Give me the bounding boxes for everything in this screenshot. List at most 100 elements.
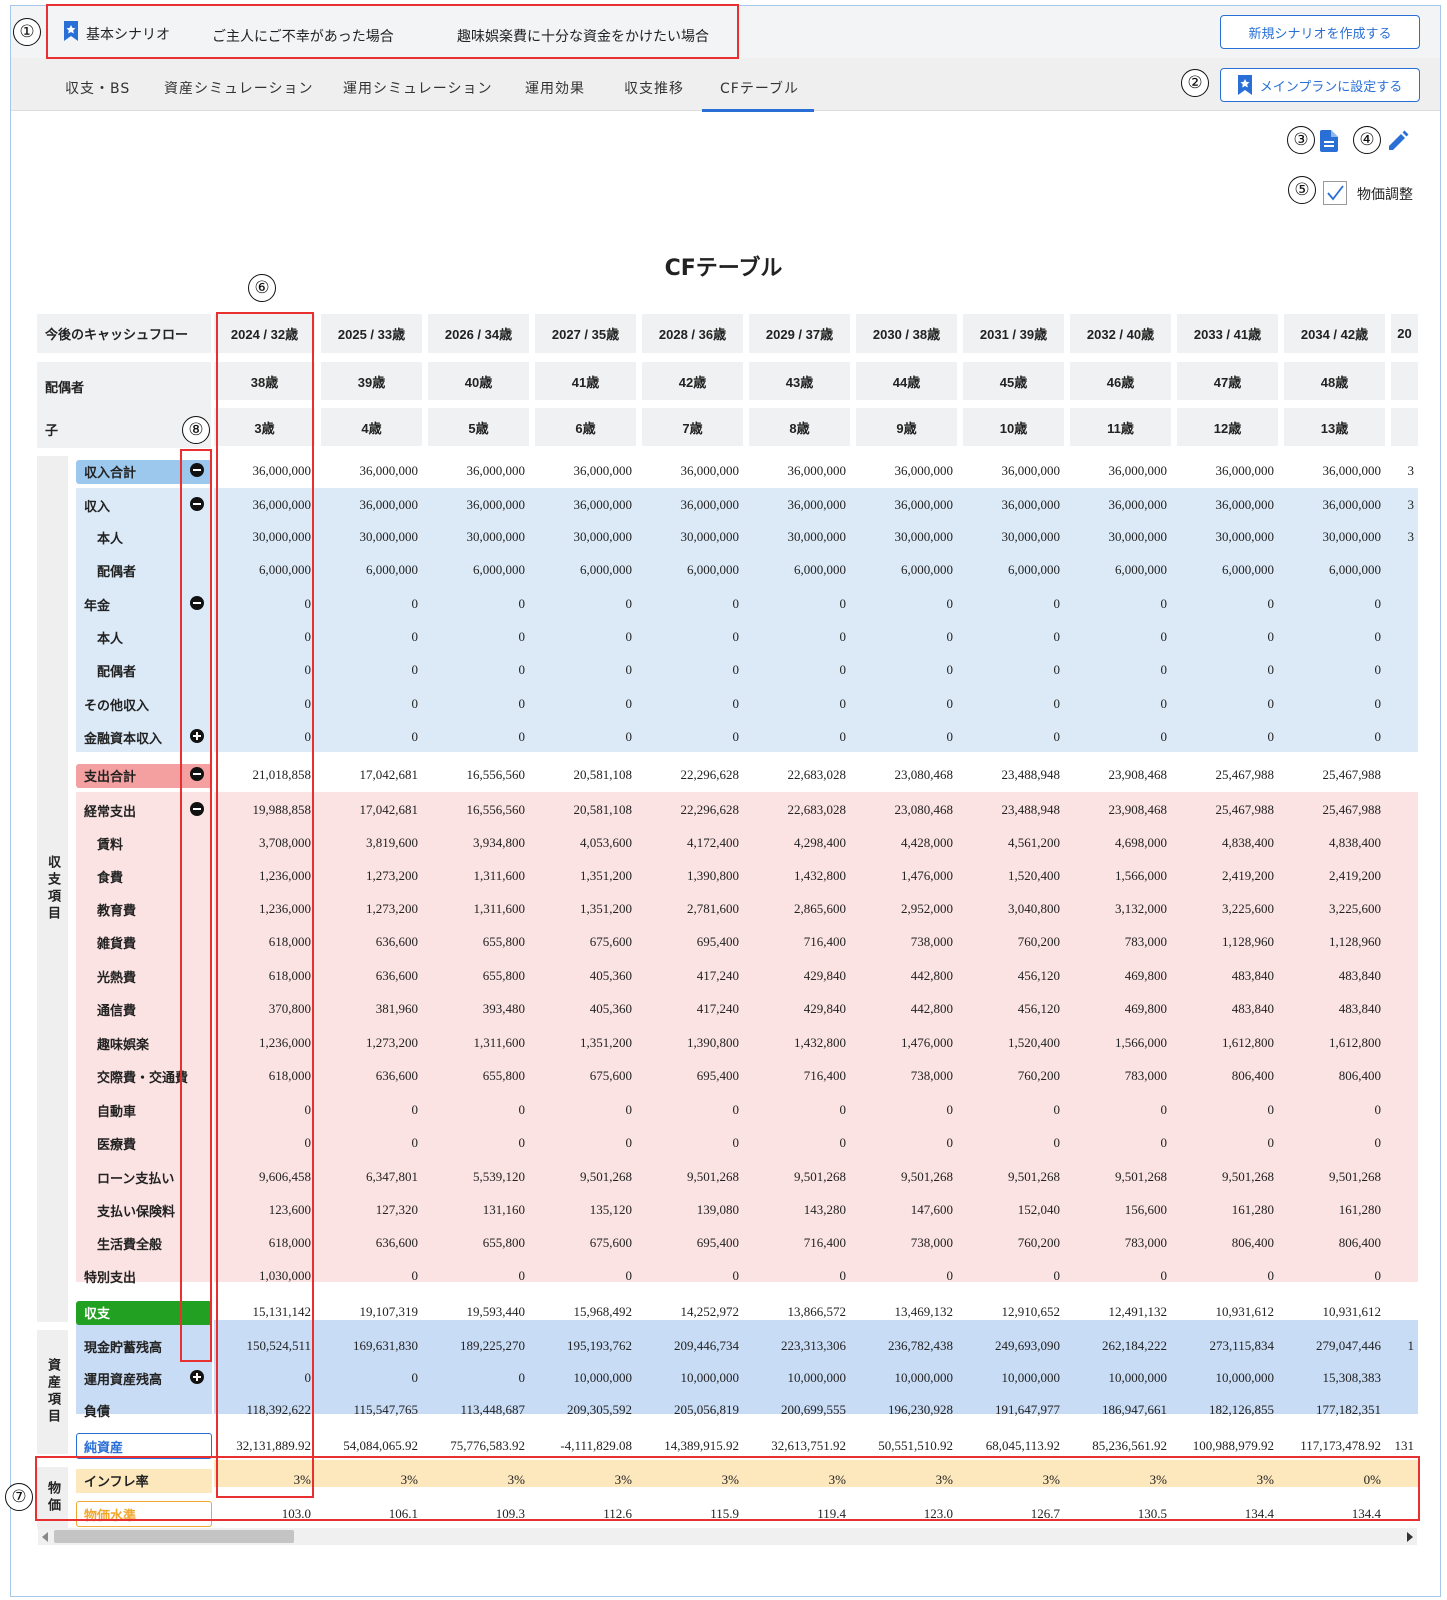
table-cell: 22,683,028 xyxy=(787,802,847,817)
table-cell: 1,128,960 xyxy=(1329,934,1381,949)
table-cell: 760,200 xyxy=(1017,1235,1060,1250)
scrollbar-thumb[interactable] xyxy=(54,1530,294,1543)
marker-7: ⑦ xyxy=(5,1483,33,1511)
table-cell: 10,000,000 xyxy=(573,1370,633,1385)
table-cell: 30,000,000 xyxy=(1108,529,1168,544)
table-cell: 9,501,268 xyxy=(580,1169,632,1184)
table-cell: 36,000,000 xyxy=(573,463,633,478)
scroll-right-icon[interactable] xyxy=(1405,1531,1415,1543)
spouse-label: 配偶者 xyxy=(45,381,85,396)
tab-investment-effect[interactable]: 運用効果 xyxy=(525,78,585,98)
table-cell: 0 xyxy=(1053,1268,1061,1283)
table-cell: 1,311,600 xyxy=(473,868,525,883)
table-cell: 1,612,800 xyxy=(1222,1035,1274,1050)
table-cell: 54,084,065.92 xyxy=(343,1438,418,1453)
table-cell: 10,931,612 xyxy=(1322,1304,1382,1319)
table-cell: 17,042,681 xyxy=(359,802,419,817)
table-cell: 36,000,000 xyxy=(359,497,419,512)
table-cell: 23,908,468 xyxy=(1108,802,1168,817)
tab-cashflow-trend[interactable]: 収支推移 xyxy=(624,78,684,98)
table-cell: 2,419,200 xyxy=(1329,868,1381,883)
table-cell: 209,305,592 xyxy=(567,1402,632,1417)
table-cell: 36,000,000 xyxy=(787,497,847,512)
table-cell: 456,120 xyxy=(1017,1001,1060,1016)
table-cell: 139,080 xyxy=(696,1202,739,1217)
new-scenario-button[interactable]: 新規シナリオを作成する xyxy=(1220,15,1420,49)
table-cell: 0 xyxy=(1374,1135,1382,1150)
table-cell: 3,225,600 xyxy=(1222,901,1274,916)
expand-icon[interactable] xyxy=(190,1370,204,1384)
table-cell: 405,360 xyxy=(589,968,632,983)
table-cell: 0 xyxy=(946,1268,954,1283)
table-cell: 10,000,000 xyxy=(1108,1370,1168,1385)
table-cell: 16,556,560 xyxy=(466,767,526,782)
tab-investment-simulation[interactable]: 運用シミュレーション xyxy=(343,78,492,98)
table-cell: 806,400 xyxy=(1231,1068,1274,1083)
table-cell: 1,612,800 xyxy=(1329,1035,1381,1050)
price-adjust-checkbox[interactable] xyxy=(1323,181,1347,205)
table-cell: 0 xyxy=(839,662,847,677)
table-cell: 152,040 xyxy=(1017,1202,1060,1217)
loan-payment-label: ローン支払い xyxy=(97,1172,175,1187)
section-cf-label: 収支項目 xyxy=(37,456,68,1322)
table-cell: 100,988,979.92 xyxy=(1192,1438,1274,1453)
section-cf-label-text: 収支項目 xyxy=(45,855,60,923)
table-cell: 30,000,000 xyxy=(894,529,954,544)
table-cell: 3,040,800 xyxy=(1008,901,1060,916)
table-cell: 0 xyxy=(1374,1268,1382,1283)
car-label: 自動車 xyxy=(97,1105,137,1120)
document-icon[interactable] xyxy=(1320,130,1338,152)
table-cell: 2,419,200 xyxy=(1222,868,1274,883)
table-cell: 655,800 xyxy=(482,934,525,949)
table-cell: 36,000,000 xyxy=(894,463,954,478)
table-cell: 12,910,652 xyxy=(1001,1304,1061,1319)
table-cell: 655,800 xyxy=(482,1068,525,1083)
tab-asset-simulation[interactable]: 資産シミュレーション xyxy=(164,78,313,98)
table-cell: 806,400 xyxy=(1231,1235,1274,1250)
pension-spouse-label: 配偶者 xyxy=(97,665,137,680)
table-cell: 1 xyxy=(1407,1338,1415,1353)
table-cell: 189,225,270 xyxy=(460,1338,525,1353)
table-cell: 655,800 xyxy=(482,968,525,983)
tab-income-bs[interactable]: 収支・BS xyxy=(65,78,130,98)
table-cell: 0 xyxy=(1053,1135,1061,1150)
table-cell: 23,080,468 xyxy=(894,767,954,782)
table-cell: 429,840 xyxy=(803,1001,846,1016)
table-cell: 1,566,000 xyxy=(1115,868,1167,883)
child-age-cell: 11歳 xyxy=(1070,408,1171,446)
table-cell: 0 xyxy=(1160,1135,1168,1150)
set-main-plan-button[interactable]: メインプランに設定する xyxy=(1220,68,1420,102)
price-adjust-label: 物価調整 xyxy=(1357,187,1413,203)
toggle-column-highlight xyxy=(180,449,212,1362)
table-cell: 0 xyxy=(625,1102,633,1117)
table-cell: 6,000,000 xyxy=(1222,562,1274,577)
pencil-icon[interactable] xyxy=(1387,130,1409,152)
table-cell: 1,476,000 xyxy=(901,868,953,883)
table-cell: 1,390,800 xyxy=(687,868,739,883)
table-cell: 716,400 xyxy=(803,1235,846,1250)
table-cell: 4,298,400 xyxy=(794,835,846,850)
table-cell: 10,000,000 xyxy=(894,1370,954,1385)
year-header: 2034 / 42歳 xyxy=(1284,314,1385,353)
table-cell: 50,551,510.92 xyxy=(878,1438,953,1453)
table-cell: 23,488,948 xyxy=(1001,802,1061,817)
spouse-age-cell xyxy=(1391,362,1418,400)
asset-band xyxy=(214,1320,1418,1414)
marker-3: ③ xyxy=(1287,126,1315,154)
table-cell: 12,491,132 xyxy=(1108,1304,1168,1319)
table-cell: 0 xyxy=(1374,662,1382,677)
table-cell: 4,838,400 xyxy=(1329,835,1381,850)
year-header: 2029 / 37歳 xyxy=(749,314,850,353)
child-age-cell xyxy=(1391,408,1418,446)
check-icon xyxy=(1327,185,1344,201)
table-cell: 0 xyxy=(411,629,419,644)
tab-cf-table[interactable]: CFテーブル xyxy=(720,78,799,98)
scroll-left-icon[interactable] xyxy=(40,1531,50,1543)
table-cell: 0 xyxy=(625,729,633,744)
year-header: 2033 / 41歳 xyxy=(1177,314,1278,353)
table-cell: 716,400 xyxy=(803,1068,846,1083)
spouse-age-cell: 45歳 xyxy=(963,362,1064,400)
table-cell: 32,613,751.92 xyxy=(771,1438,846,1453)
marker-2: ② xyxy=(1181,69,1209,97)
spouse-age-cell: 48歳 xyxy=(1284,362,1385,400)
